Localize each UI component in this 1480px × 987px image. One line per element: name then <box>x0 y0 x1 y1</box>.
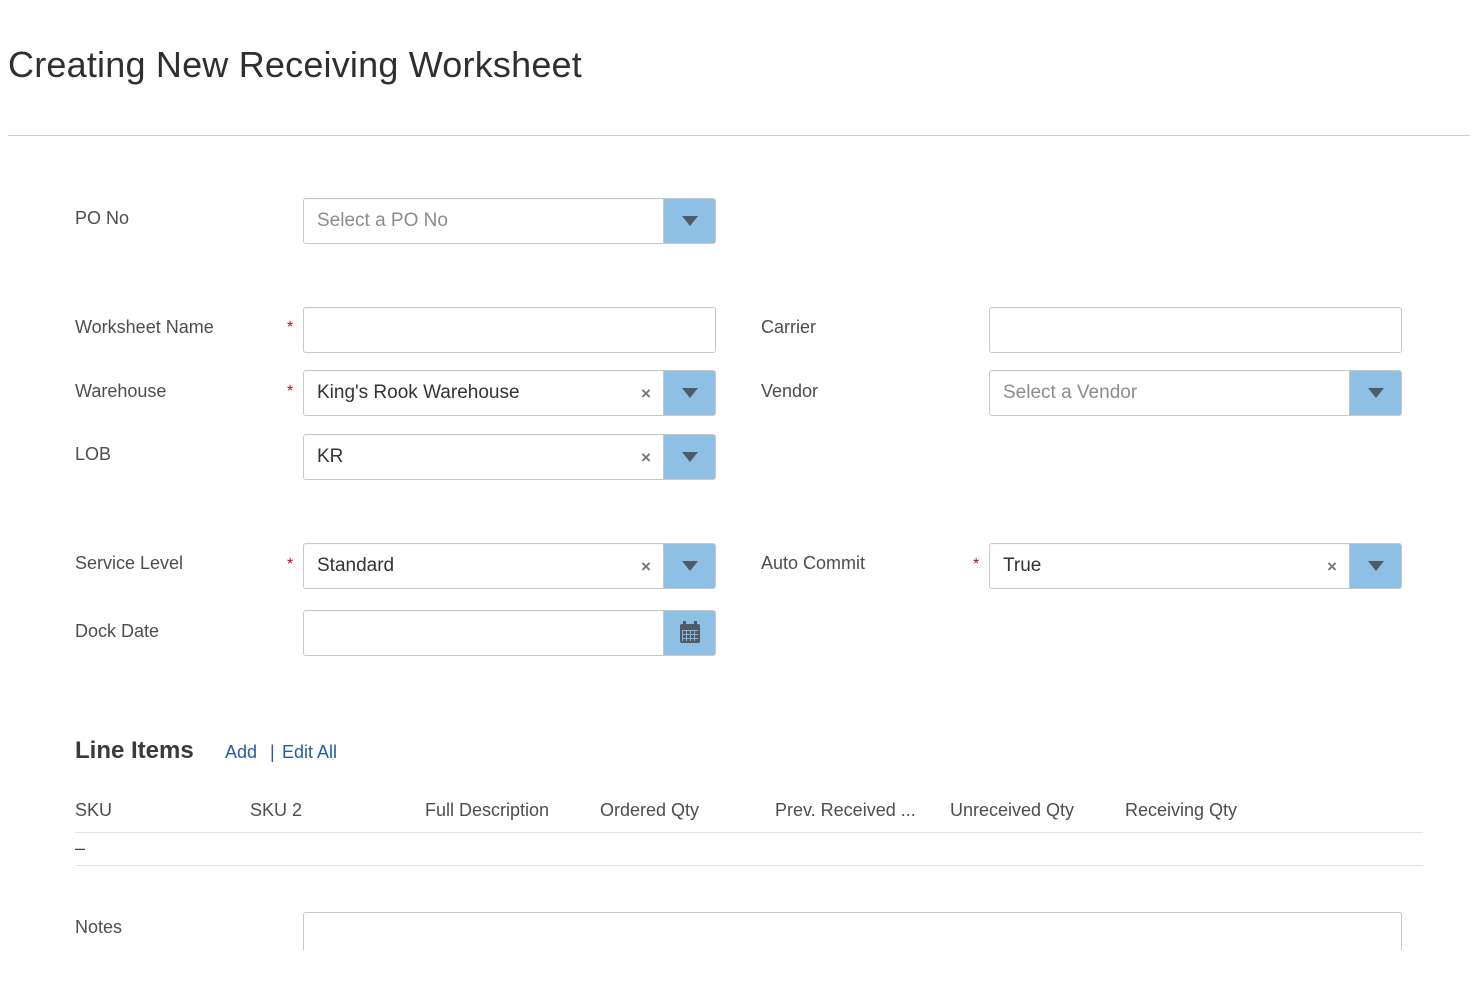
title-divider <box>8 135 1470 136</box>
notes-label: Notes <box>75 917 123 937</box>
column-header-ordered-qty[interactable]: Ordered Qty <box>600 800 699 821</box>
lob-value: KR <box>317 446 344 467</box>
required-marker: * <box>287 319 294 336</box>
chevron-down-icon <box>681 452 698 462</box>
page-title: Creating New Receiving Worksheet <box>8 44 582 85</box>
auto-commit-label: Auto Commit <box>761 553 866 573</box>
warehouse-label: Warehouse <box>75 381 167 401</box>
service-level-label: Service Level <box>75 553 184 573</box>
warehouse-value: King's Rook Warehouse <box>317 382 520 403</box>
column-header-sku-2[interactable]: SKU 2 <box>250 800 302 821</box>
vendor-dropdown-button[interactable] <box>1349 371 1401 415</box>
required-marker: * <box>973 556 980 573</box>
clear-icon[interactable]: × <box>1322 544 1342 588</box>
po-no-select[interactable]: Select a PO No <box>303 198 716 244</box>
table-row-divider <box>75 865 1423 866</box>
auto-commit-dropdown-button[interactable] <box>1349 544 1401 588</box>
required-marker: * <box>287 556 294 573</box>
po-no-placeholder: Select a PO No <box>317 210 448 231</box>
chevron-down-icon <box>681 561 698 571</box>
carrier-label: Carrier <box>761 317 817 337</box>
line-items-title: Line Items <box>75 737 194 764</box>
lob-dropdown-button[interactable] <box>663 435 715 479</box>
po-no-dropdown-button[interactable] <box>663 199 715 243</box>
auto-commit-value: True <box>1003 555 1042 576</box>
service-level-select[interactable]: Standard × <box>303 543 716 589</box>
chevron-down-icon <box>681 388 698 398</box>
receiving-worksheet-page: Creating New Receiving Worksheet PO No S… <box>0 0 1480 987</box>
service-level-value: Standard <box>317 555 395 576</box>
edit-all-link[interactable]: Edit All <box>282 742 337 763</box>
dock-date-label: Dock Date <box>75 621 160 641</box>
chevron-down-icon <box>1367 561 1384 571</box>
add-line-item-link[interactable]: Add <box>225 742 257 763</box>
column-header-sku[interactable]: SKU <box>75 800 112 821</box>
lob-select[interactable]: KR × <box>303 434 716 480</box>
vendor-placeholder: Select a Vendor <box>1003 382 1138 403</box>
vendor-select[interactable]: Select a Vendor <box>989 370 1402 416</box>
link-separator: | <box>270 742 275 762</box>
column-header-unreceived-qty[interactable]: Unreceived Qty <box>950 800 1074 821</box>
lob-label: LOB <box>75 444 112 464</box>
dock-date-picker-button[interactable] <box>663 611 715 655</box>
clear-icon[interactable]: × <box>636 435 656 479</box>
column-header-full-description[interactable]: Full Description <box>425 800 549 821</box>
po-no-label: PO No <box>75 208 130 228</box>
warehouse-dropdown-button[interactable] <box>663 371 715 415</box>
worksheet-name-input[interactable] <box>303 307 716 353</box>
table-row: – <box>75 838 86 858</box>
table-header-divider <box>75 832 1423 833</box>
clear-icon[interactable]: × <box>636 544 656 588</box>
auto-commit-select[interactable]: True × <box>989 543 1402 589</box>
service-level-dropdown-button[interactable] <box>663 544 715 588</box>
carrier-input[interactable] <box>989 307 1402 353</box>
vendor-label: Vendor <box>761 381 819 401</box>
calendar-icon <box>679 620 700 643</box>
viewport-bottom-edge <box>0 950 1480 987</box>
worksheet-name-label: Worksheet Name <box>75 317 214 337</box>
chevron-down-icon <box>1367 388 1384 398</box>
column-header-receiving-qty[interactable]: Receiving Qty <box>1125 800 1237 821</box>
clear-icon[interactable]: × <box>636 371 656 415</box>
column-header-prev-received[interactable]: Prev. Received ... <box>775 800 916 821</box>
chevron-down-icon <box>681 216 698 226</box>
required-marker: * <box>287 383 294 400</box>
warehouse-select[interactable]: King's Rook Warehouse × <box>303 370 716 416</box>
dock-date-input[interactable] <box>303 610 716 656</box>
